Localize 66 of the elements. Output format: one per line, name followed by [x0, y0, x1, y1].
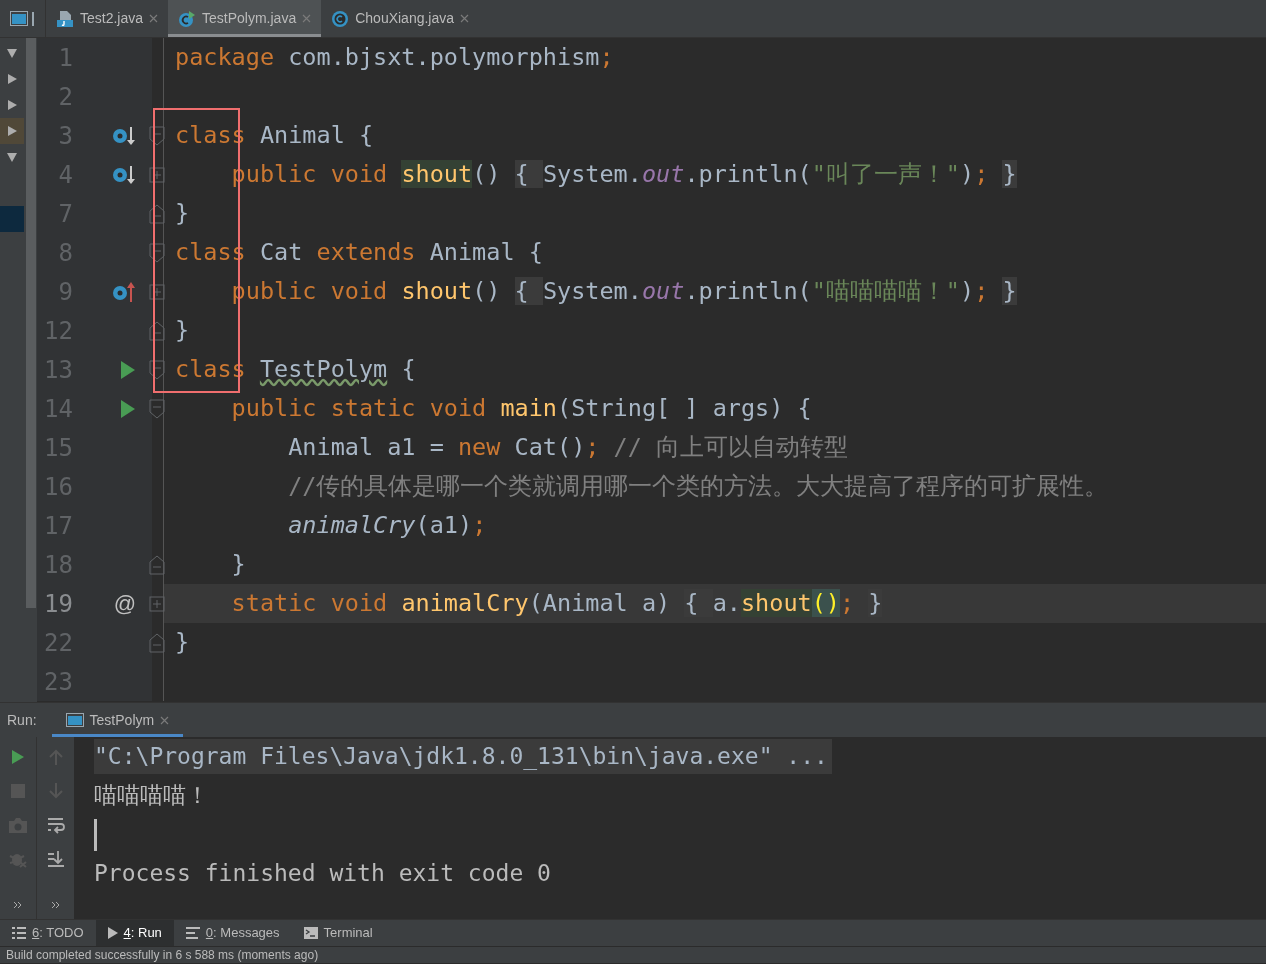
- fold-marker-icon[interactable]: [148, 125, 166, 146]
- fold-marker-icon[interactable]: [148, 282, 166, 301]
- fold-marker-icon[interactable]: [148, 554, 166, 575]
- editor-tab[interactable]: Test2.java: [46, 0, 169, 37]
- code-line: //传的具体是哪一个类就调用哪一个类的方法。大大提高了程序的可扩展性。: [287, 470, 1109, 502]
- list-icon: [12, 927, 26, 939]
- run-icon[interactable]: [120, 359, 136, 380]
- class-icon: [331, 9, 350, 28]
- scrollbar[interactable]: [25, 38, 36, 608]
- expanded-arrow-icon[interactable]: [7, 152, 17, 162]
- close-icon[interactable]: [460, 14, 470, 23]
- editor-tab[interactable]: TestPolym.java: [168, 0, 322, 37]
- fold-marker-icon[interactable]: [148, 594, 166, 613]
- fold-marker-icon[interactable]: [148, 359, 166, 380]
- collapsed-arrow-icon[interactable]: [7, 100, 17, 110]
- editor-tab[interactable]: ChouXiang.java: [321, 0, 480, 37]
- play-icon: [107, 927, 118, 939]
- fold-marker-icon[interactable]: [148, 203, 166, 224]
- overriding-method-icon[interactable]: [112, 280, 136, 303]
- line-number: 19: [43, 588, 73, 620]
- code-line: Animal a1 = new Cat(); // 向上可以自动转型: [287, 431, 849, 463]
- selection-marker: [0, 206, 24, 232]
- code-line: }: [175, 197, 190, 229]
- fold-marker-icon[interactable]: [148, 165, 166, 184]
- overridden-method-icon[interactable]: [112, 163, 136, 186]
- close-icon[interactable]: [160, 715, 170, 725]
- more-icon[interactable]: [50, 901, 61, 909]
- code-line: static void animalCry(Animal a) { a.shout(); }: [230, 587, 883, 619]
- code-line: animalCry(a1);: [287, 509, 487, 541]
- fold-marker-icon[interactable]: [148, 242, 166, 263]
- fold-marker-icon[interactable]: [148, 320, 166, 341]
- run-label: Run:: [6, 710, 38, 730]
- code-line: }: [175, 626, 190, 658]
- tab-edge-mark: [32, 11, 34, 26]
- code-line: }: [230, 548, 246, 580]
- code-line: }: [175, 314, 190, 346]
- tool-window-tab[interactable]: 4: Run: [95, 920, 174, 946]
- tool-window-tab[interactable]: 0: Messages: [173, 920, 292, 946]
- lines-icon: [185, 927, 200, 939]
- class-run-icon: [178, 9, 197, 28]
- more-icon[interactable]: [13, 901, 23, 909]
- java-file-icon: [56, 9, 74, 28]
- collapsed-arrow-icon[interactable]: [7, 74, 17, 84]
- fold-marker-icon[interactable]: [148, 632, 166, 653]
- console-output: 喵喵喵喵！: [94, 781, 209, 811]
- tool-window-tab[interactable]: Terminal: [291, 920, 385, 946]
- collapsed-arrow-icon[interactable]: [7, 126, 17, 136]
- console-command: "C:\Program Files\Java\jdk1.8.0_131\bin\java.exe" ...: [94, 739, 832, 774]
- console-output: Process finished with exit code 0: [94, 859, 551, 889]
- status-bar: Build completed successfully in 6 s 588 ms (moments ago): [0, 946, 1266, 963]
- scroll-to-end-icon[interactable]: [46, 849, 65, 869]
- code-line: package com.bjsxt.polymorphism;: [175, 41, 614, 73]
- run-icon[interactable]: [120, 398, 136, 419]
- overridden-method-icon[interactable]: [112, 124, 136, 147]
- code-line: public static void main(String[ ] args) {: [230, 392, 812, 424]
- text-caret: [94, 818, 97, 851]
- window-icon: [65, 713, 84, 727]
- annotation-mark: @: [113, 590, 136, 618]
- close-icon[interactable]: [149, 14, 159, 23]
- window-icon[interactable]: [10, 11, 28, 26]
- run-icon[interactable]: [11, 747, 25, 767]
- tool-window-tab[interactable]: 6: TODO: [0, 920, 96, 946]
- soft-wrap-icon[interactable]: [46, 815, 65, 835]
- terminal-icon: [303, 927, 318, 939]
- fold-marker-icon[interactable]: [148, 398, 166, 419]
- expanded-arrow-icon[interactable]: [7, 48, 17, 58]
